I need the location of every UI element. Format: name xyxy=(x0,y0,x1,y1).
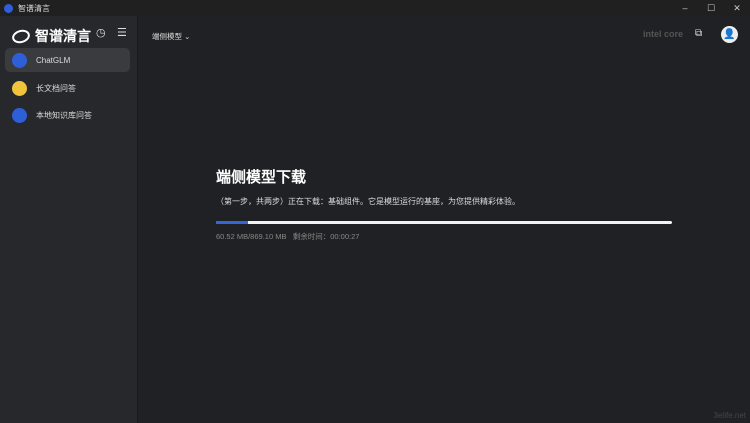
remaining-time: 00:00:27 xyxy=(330,232,360,241)
user-icon: 👤 xyxy=(723,29,736,40)
sidebar-item-long-doc-qa[interactable]: 长文档问答 xyxy=(5,76,130,100)
chatglm-icon xyxy=(12,52,27,68)
sidebar-item-label: ChatGLM xyxy=(36,55,71,65)
device-switch-icon[interactable]: ⧉ xyxy=(695,28,707,40)
download-panel: 端侧模型下载 （第一步，共两步）正在下载：基础组件。它是模型运行的基座，为您提供… xyxy=(216,166,672,242)
folder-icon xyxy=(12,80,27,96)
model-selector-label: 端侧模型 xyxy=(152,32,182,41)
chevron-down-icon: ⌄ xyxy=(184,32,191,41)
sidebar-item-local-kb-qa[interactable]: 本地知识库问答 xyxy=(5,103,130,127)
logo-text: 智谱清言 xyxy=(35,28,91,44)
sidebar: 智谱清言 ◷ ☰ ChatGLM 长文档问答 本地知识库问答 xyxy=(0,16,138,423)
sidebar-item-chatglm[interactable]: ChatGLM xyxy=(5,48,130,72)
title-bar: 智谱清言 – ☐ ✕ xyxy=(0,0,750,16)
sidebar-item-label: 本地知识库问答 xyxy=(36,110,92,120)
logo: 智谱清言 xyxy=(10,26,91,46)
intel-logo: intel core xyxy=(643,29,684,39)
maximize-button[interactable]: ☐ xyxy=(698,0,724,16)
avatar[interactable]: 👤 xyxy=(721,26,738,43)
sidebar-item-label: 长文档问答 xyxy=(36,83,76,93)
main-panel: 端侧模型 ⌄ intel core ⧉ 👤 端侧模型下载 （第一步，共两步）正在… xyxy=(138,16,750,423)
close-button[interactable]: ✕ xyxy=(724,0,750,16)
minimize-button[interactable]: – xyxy=(672,0,698,16)
document-icon xyxy=(12,107,27,123)
history-icon[interactable]: ◷ xyxy=(96,26,106,39)
download-title: 端侧模型下载 xyxy=(216,169,307,186)
download-progress-bar xyxy=(216,221,672,224)
progress-fill xyxy=(216,221,248,224)
collapse-sidebar-icon[interactable]: ☰ xyxy=(117,26,127,39)
window-title: 智谱清言 xyxy=(18,3,50,13)
download-stats: 60.52 MB/869.10 MB 剩余时间：00:00:27 xyxy=(216,231,672,242)
watermark: 3elife.net xyxy=(713,411,746,420)
model-selector[interactable]: 端侧模型 ⌄ xyxy=(152,31,190,42)
remaining-label: 剩余时间： xyxy=(292,232,331,241)
download-description: （第一步，共两步）正在下载：基础组件。它是模型运行的基座，为您提供精彩体验。 xyxy=(216,197,520,206)
downloaded-size: 60.52 MB/869.10 MB xyxy=(216,232,287,241)
logo-icon xyxy=(10,27,32,45)
app-icon xyxy=(4,3,13,13)
